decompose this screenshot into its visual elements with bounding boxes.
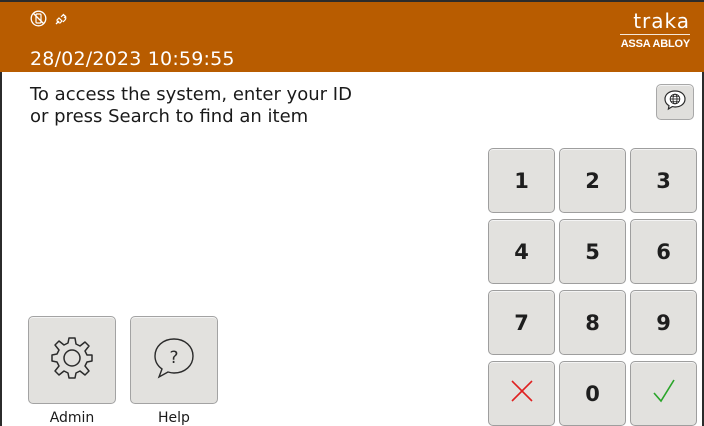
logo-divider xyxy=(620,34,690,35)
instructions-line-1: To access the system, enter your ID xyxy=(30,84,352,105)
key-2[interactable]: 2 xyxy=(559,148,626,213)
instructions-text: To access the system, enter your ID or p… xyxy=(30,84,352,128)
key-7[interactable]: 7 xyxy=(488,290,555,355)
help-button[interactable]: ? xyxy=(130,316,218,404)
phone-disabled-icon xyxy=(30,10,47,31)
gear-icon xyxy=(48,334,96,386)
key-5[interactable]: 5 xyxy=(559,219,626,284)
help-bubble-icon: ? xyxy=(151,335,197,385)
check-icon xyxy=(650,377,678,410)
svg-text:?: ? xyxy=(169,348,178,368)
logo-tagline: ASSA ABLOY xyxy=(620,38,691,50)
cancel-key[interactable] xyxy=(488,361,555,426)
key-3[interactable]: 3 xyxy=(630,148,697,213)
traka-logo: traka ASSA ABLOY xyxy=(612,10,690,66)
key-0[interactable]: 0 xyxy=(559,361,626,426)
language-button[interactable] xyxy=(656,84,694,120)
cross-icon xyxy=(509,378,535,409)
confirm-key[interactable] xyxy=(630,361,697,426)
key-8[interactable]: 8 xyxy=(559,290,626,355)
header-bar: 28/02/2023 10:59:55 traka ASSA ABLOY xyxy=(0,0,704,72)
datetime: 28/02/2023 10:59:55 xyxy=(30,48,235,70)
key-4[interactable]: 4 xyxy=(488,219,555,284)
admin-button[interactable] xyxy=(28,316,116,404)
key-6[interactable]: 6 xyxy=(630,219,697,284)
instructions-line-2: or press Search to find an item xyxy=(30,106,309,127)
key-1[interactable]: 1 xyxy=(488,148,555,213)
logo-brand: traka xyxy=(633,9,690,33)
globe-icon xyxy=(663,89,687,115)
plug-disconnected-icon xyxy=(53,10,70,31)
help-label: Help xyxy=(158,410,190,426)
admin-label: Admin xyxy=(49,410,95,426)
status-icons xyxy=(30,10,70,31)
key-9[interactable]: 9 xyxy=(630,290,697,355)
